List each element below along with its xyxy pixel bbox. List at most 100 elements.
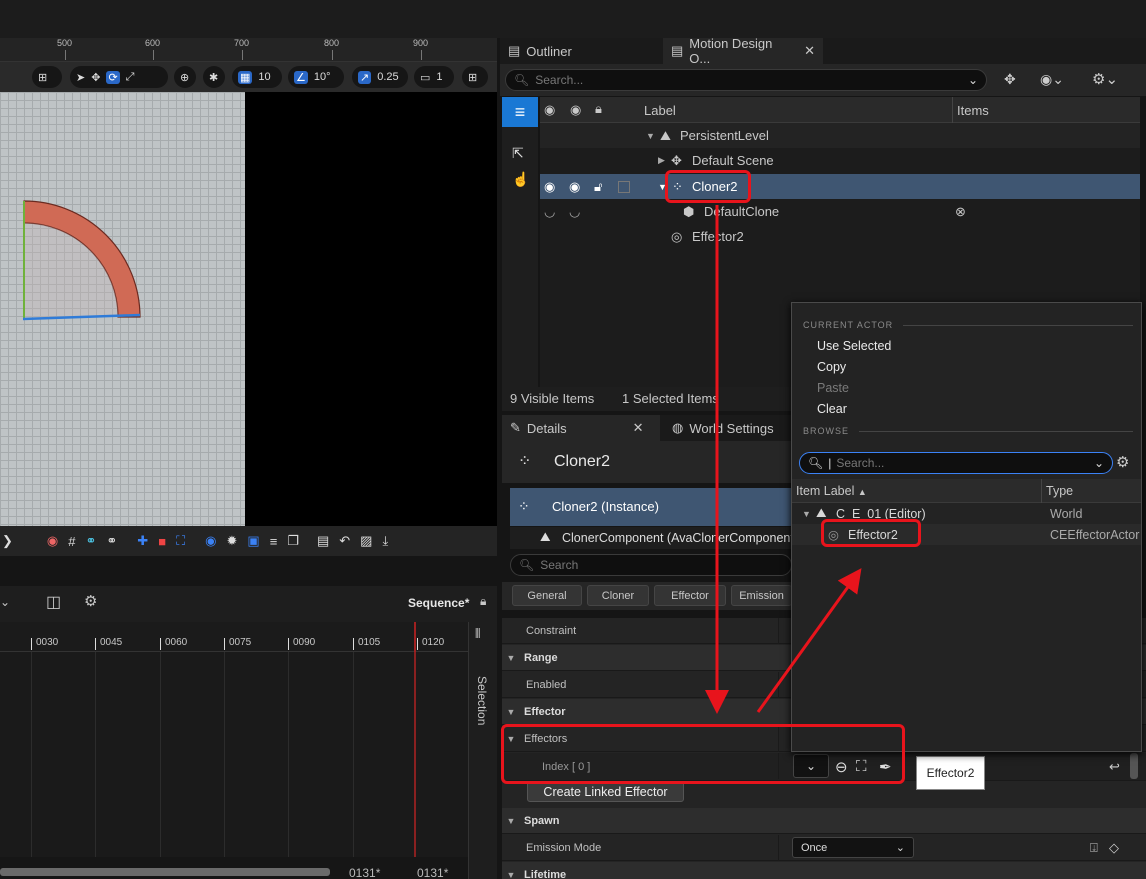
expand-arrow-icon[interactable]: ▼	[502, 870, 520, 879]
section-spawn[interactable]: ▼ Spawn	[502, 808, 1146, 834]
close-icon[interactable]: ✕	[633, 420, 644, 436]
eye-closed-icon[interactable]: ◡	[569, 204, 580, 220]
gear-icon[interactable]: ✹	[227, 533, 238, 549]
box-icon[interactable]: ▣	[247, 533, 259, 549]
vertical-scrollbar[interactable]	[1130, 753, 1138, 779]
select-icon[interactable]: ➤	[76, 71, 85, 84]
component-tree-cloner-component[interactable]: ⛰ ClonerComponent (AvaClonerComponent)	[510, 527, 792, 549]
close-icon[interactable]: ✕	[804, 43, 815, 59]
horizontal-scrollbar[interactable]	[0, 868, 330, 876]
sequencer-timeline-ruler[interactable]: 0030 0045 0060 0075 0090 0105 0120	[0, 622, 468, 652]
hash-icon[interactable]: #	[68, 534, 75, 549]
reset-arrow-icon[interactable]: ↩	[1109, 759, 1120, 775]
outliner-search-input[interactable]: 🔍︎ Search... ⌄	[505, 69, 987, 91]
layers-icon[interactable]: ❐	[287, 533, 299, 549]
expand-arrow-icon[interactable]: ▼	[502, 653, 520, 663]
playhead[interactable]	[414, 622, 416, 652]
add-actor-button[interactable]: ⊞	[32, 66, 62, 88]
section-lifetime[interactable]: ▼ Lifetime	[502, 862, 1146, 879]
column-item-label[interactable]: Item Label ▲	[796, 484, 867, 498]
eye-icon[interactable]: ◉⌄	[1040, 71, 1064, 88]
layout-button[interactable]: ⊞	[462, 66, 488, 88]
expand-arrow-icon[interactable]: ▼	[502, 707, 520, 717]
column-items[interactable]: Items	[957, 103, 989, 118]
curve-editor-icon[interactable]: ◫	[46, 592, 61, 612]
tree-row-effector2[interactable]: ◎ Effector2	[540, 224, 1140, 249]
lock-column-icon[interactable]: 🔒︎	[595, 101, 602, 117]
checkbox[interactable]	[618, 180, 630, 193]
angle-snap-button[interactable]: ∠ 10°	[288, 66, 344, 88]
keyframe-icon[interactable]: ◇	[1109, 840, 1119, 856]
spawn-icon[interactable]: ⍗	[1090, 840, 1098, 856]
lights-icon[interactable]: ⚭	[85, 533, 96, 549]
visibility-column-icon[interactable]: ◉	[544, 102, 555, 118]
color-wheel-icon[interactable]: ◉	[47, 533, 58, 549]
tab-motion-design-outliner[interactable]: ▤ Motion Design O... ✕	[663, 36, 823, 66]
pointer-icon[interactable]: ⇱	[512, 145, 524, 162]
move-icon[interactable]: ✥	[1004, 71, 1016, 88]
component-tree-instance[interactable]: ⁘ Cloner2 (Instance)	[510, 488, 792, 526]
camera-speed-button[interactable]: ▭ 1	[414, 66, 454, 88]
toggle-icon[interactable]: ⚭	[106, 533, 117, 549]
expand-arrow-icon[interactable]: ▼	[802, 509, 811, 519]
gear-icon[interactable]: ⚙	[1116, 453, 1129, 471]
tree-row-default-scene[interactable]: ▶ ✥ Default Scene	[540, 148, 1140, 173]
menu-item-use-selected[interactable]: Use Selected	[817, 339, 891, 353]
create-linked-effector-button[interactable]: Create Linked Effector	[527, 781, 684, 802]
chevron-down-icon[interactable]: ⌄	[968, 73, 978, 87]
collapse-arrow-icon[interactable]: ▶	[658, 155, 665, 166]
selection-tab-label[interactable]: Selection	[475, 676, 489, 725]
hand-icon[interactable]: ☝	[512, 171, 529, 188]
align-icon[interactable]: ≡	[270, 534, 278, 549]
tree-row-persistent-level[interactable]: ▼ ⛰ PersistentLevel	[540, 123, 1140, 148]
surface-snap-button[interactable]: ✱	[203, 66, 225, 88]
column-type[interactable]: Type	[1046, 484, 1073, 498]
category-cloner[interactable]: Cloner	[587, 585, 649, 606]
tab-details[interactable]: ✎ Details ✕	[502, 415, 660, 441]
unlock-icon[interactable]: 🔓︎	[594, 179, 602, 195]
sequencer-side-tab[interactable]: ⫴ Selection	[468, 622, 497, 879]
gear-icon[interactable]: ⚙⌄	[1092, 70, 1118, 88]
transform-tools[interactable]: ➤ ✥ ⟳ ⤢	[70, 66, 168, 88]
details-search-input[interactable]: 🔍︎ Search	[510, 554, 792, 576]
chevron-down-icon[interactable]: ❯	[2, 533, 13, 549]
focus-icon[interactable]: ⛶	[176, 533, 185, 549]
table-icon[interactable]: ▤	[317, 533, 329, 549]
lock-icon[interactable]: 🔒︎	[480, 594, 486, 609]
tree-row-cloner2[interactable]: ◉ ◉ 🔓︎ ▼ ⁘ Cloner2	[540, 174, 1140, 199]
arc-shape[interactable]	[0, 92, 245, 526]
gear-icon[interactable]: ⚙	[84, 592, 97, 610]
category-effector[interactable]: Effector	[654, 585, 726, 606]
tab-outliner[interactable]: ▤ Outliner	[500, 38, 660, 64]
expand-arrow-icon[interactable]: ▼	[502, 816, 520, 826]
chevron-down-icon[interactable]: ⌄	[0, 595, 10, 609]
gamepad-icon[interactable]: ✚	[137, 533, 148, 549]
world-space-button[interactable]: ⊕	[174, 66, 196, 88]
column-label[interactable]: Label	[644, 103, 676, 118]
curve-icon[interactable]: ↶	[339, 533, 350, 549]
eye-icon[interactable]: ◉	[544, 179, 555, 195]
eye-closed-icon[interactable]: ◡	[544, 204, 555, 220]
scale-snap-button[interactable]: ↗ 0.25	[352, 66, 408, 88]
sliders-icon[interactable]: ⫴	[475, 626, 480, 642]
chevron-down-icon[interactable]: ⌄	[1094, 456, 1104, 470]
category-general[interactable]: General	[512, 585, 582, 606]
grid-snap-button[interactable]: ▦ 10	[232, 66, 282, 88]
menu-item-paste[interactable]: Paste	[817, 381, 849, 395]
rotate-icon[interactable]: ⟳	[106, 70, 120, 84]
filter-button[interactable]: ≡	[502, 97, 538, 127]
category-emission[interactable]: Emission	[731, 585, 792, 606]
rgb-icon[interactable]: ■	[158, 534, 166, 549]
visibility-runtime-icon[interactable]: ◉	[570, 102, 581, 118]
image-icon[interactable]: ▨	[360, 533, 372, 549]
eye-icon[interactable]: ◉	[569, 179, 580, 195]
expand-arrow-icon[interactable]: ▼	[646, 131, 655, 141]
download-icon[interactable]: ⤓	[382, 533, 388, 549]
eye-icon[interactable]: ◉	[205, 533, 216, 549]
viewport-canvas[interactable]	[0, 92, 245, 526]
tab-world-settings[interactable]: ◍ World Settings	[664, 415, 792, 441]
menu-item-clear[interactable]: Clear	[817, 402, 847, 416]
emission-mode-dropdown[interactable]: Once ⌄	[792, 837, 914, 858]
scale-icon[interactable]: ⤢	[126, 71, 135, 84]
actor-title[interactable]: Cloner2	[554, 453, 610, 471]
